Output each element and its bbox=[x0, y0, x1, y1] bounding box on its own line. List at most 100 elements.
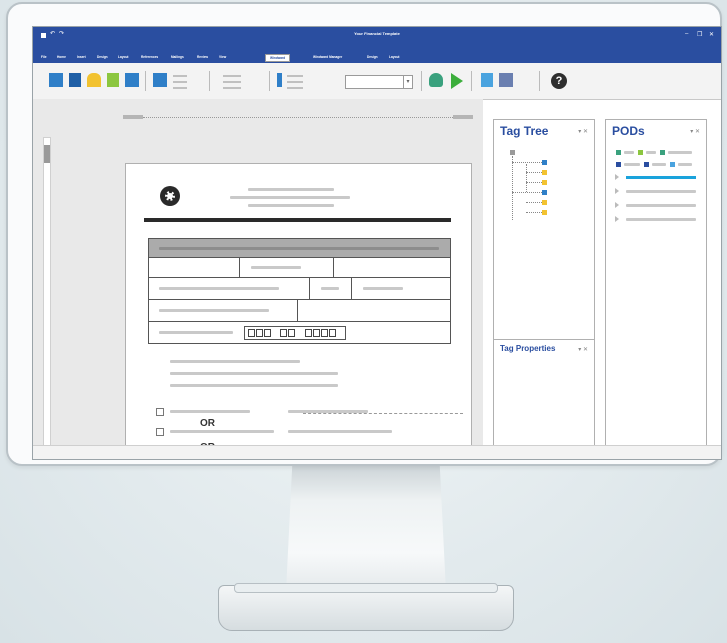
placeholder-line bbox=[170, 430, 274, 433]
form-header-row bbox=[148, 238, 451, 258]
placeholder-line bbox=[159, 331, 233, 334]
ribbon-toolbar: ▾ ? bbox=[33, 63, 721, 100]
tag-icon[interactable] bbox=[542, 180, 547, 185]
placeholder-line bbox=[170, 410, 250, 413]
calendar-icon[interactable] bbox=[499, 73, 513, 87]
tab-view[interactable]: View bbox=[219, 55, 226, 59]
placeholder-line bbox=[624, 151, 634, 154]
document-icon[interactable] bbox=[481, 73, 493, 87]
tab-layout-2[interactable]: Layout bbox=[389, 55, 399, 59]
header-rule bbox=[144, 218, 451, 222]
monitor-stand-neck bbox=[286, 462, 446, 592]
ribbon-line bbox=[223, 81, 241, 83]
tag-icon[interactable] bbox=[542, 170, 547, 175]
ribbon-line bbox=[287, 87, 303, 89]
tag-icon[interactable] bbox=[542, 190, 547, 195]
expand-arrow-icon[interactable] bbox=[615, 202, 619, 208]
panel-controls[interactable]: ▾ ✕ bbox=[578, 128, 588, 135]
ribbon-line bbox=[287, 75, 303, 77]
form-cell-divider bbox=[333, 258, 334, 277]
placeholder-line bbox=[624, 163, 640, 166]
form-row bbox=[148, 258, 451, 278]
checkbox-option-1[interactable] bbox=[156, 408, 164, 416]
tag-icon[interactable] bbox=[542, 210, 547, 215]
tag-tree-title: Tag Tree bbox=[500, 124, 549, 138]
tag-icon[interactable] bbox=[542, 200, 547, 205]
ribbon-separator bbox=[145, 71, 146, 91]
tree-connector bbox=[526, 172, 542, 173]
ribbon-line bbox=[287, 81, 303, 83]
tab-layout[interactable]: Layout bbox=[118, 55, 128, 59]
expand-arrow-icon[interactable] bbox=[615, 216, 619, 222]
tab-windward[interactable]: Windward bbox=[265, 54, 291, 62]
form-cell-divider bbox=[351, 278, 352, 299]
tag-properties-panel: Tag Properties ▾ ✕ bbox=[493, 339, 595, 449]
ssn-boxes[interactable] bbox=[244, 326, 346, 340]
pod-tool-icon[interactable] bbox=[670, 162, 675, 167]
panel-controls[interactable]: ▾ ✕ bbox=[690, 128, 700, 135]
ribbon-separator bbox=[421, 71, 422, 91]
datasource-icon[interactable] bbox=[87, 73, 101, 87]
ribbon-line bbox=[173, 87, 187, 89]
placeholder-line bbox=[159, 309, 269, 312]
tab-insert[interactable]: Insert bbox=[77, 55, 86, 59]
output-icon[interactable] bbox=[69, 73, 81, 87]
form-row bbox=[148, 300, 451, 322]
checkbox-option-2[interactable] bbox=[156, 428, 164, 436]
pod-item[interactable] bbox=[626, 190, 696, 193]
pod-item-selected[interactable] bbox=[626, 176, 696, 179]
pod-item[interactable] bbox=[626, 218, 696, 221]
dotted-separator bbox=[303, 413, 463, 414]
form-cell-divider bbox=[309, 278, 310, 299]
placeholder-line bbox=[363, 287, 403, 290]
insert-tag-icon[interactable] bbox=[153, 73, 167, 87]
window-title: Your Financial Template bbox=[354, 31, 400, 36]
tab-design[interactable]: Design bbox=[97, 55, 108, 59]
close-button[interactable]: ✕ bbox=[709, 31, 714, 38]
pod-tool-icon[interactable] bbox=[644, 162, 649, 167]
pod-item[interactable] bbox=[626, 204, 696, 207]
tab-file[interactable]: File bbox=[41, 55, 47, 59]
tree-connector bbox=[512, 192, 542, 193]
tree-connector bbox=[512, 162, 542, 163]
list-icon[interactable] bbox=[277, 73, 282, 87]
restore-button[interactable]: ❐ bbox=[697, 31, 702, 38]
tab-windward-manager[interactable]: Windward Manager bbox=[313, 55, 342, 59]
placeholder-line bbox=[251, 266, 301, 269]
pod-tool-icon[interactable] bbox=[660, 150, 665, 155]
tab-mailings[interactable]: Mailings bbox=[171, 55, 184, 59]
pod-tool-icon[interactable] bbox=[638, 150, 643, 155]
tab-review[interactable]: Review bbox=[197, 55, 208, 59]
ribbon-separator bbox=[539, 71, 540, 91]
wizard-icon[interactable] bbox=[429, 73, 443, 87]
tab-references[interactable]: References bbox=[141, 55, 158, 59]
status-bar bbox=[33, 445, 721, 459]
pod-tool-icon[interactable] bbox=[616, 150, 621, 155]
placeholder-line bbox=[159, 287, 279, 290]
template-icon[interactable] bbox=[107, 73, 119, 87]
tag-dropdown[interactable]: ▾ bbox=[345, 75, 413, 89]
ssn-digit-box bbox=[288, 329, 295, 337]
tag-icon[interactable] bbox=[542, 160, 547, 165]
ribbon-line bbox=[173, 81, 187, 83]
tag-tree-panel: Tag Tree ▾ ✕ bbox=[493, 119, 595, 341]
ssn-digit-box bbox=[280, 329, 287, 337]
tree-icon[interactable] bbox=[125, 73, 139, 87]
ribbon-line bbox=[173, 75, 187, 77]
form-row bbox=[148, 278, 451, 300]
expand-arrow-icon[interactable] bbox=[615, 188, 619, 194]
tree-connector bbox=[526, 164, 527, 192]
placeholder-line bbox=[288, 430, 392, 433]
scroll-thumb[interactable] bbox=[44, 145, 50, 163]
help-icon[interactable]: ? bbox=[551, 73, 567, 89]
expand-arrow-icon[interactable] bbox=[615, 174, 619, 180]
panel-controls[interactable]: ▾ ✕ bbox=[578, 346, 588, 353]
generate-report-icon[interactable] bbox=[49, 73, 63, 87]
tab-home[interactable]: Home bbox=[57, 55, 66, 59]
placeholder-line bbox=[652, 163, 666, 166]
tree-root-icon[interactable] bbox=[510, 150, 515, 155]
run-icon[interactable] bbox=[451, 73, 463, 89]
pod-tool-icon[interactable] bbox=[616, 162, 621, 167]
minimize-button[interactable]: – bbox=[685, 31, 688, 37]
tab-design-2[interactable]: Design bbox=[367, 55, 378, 59]
